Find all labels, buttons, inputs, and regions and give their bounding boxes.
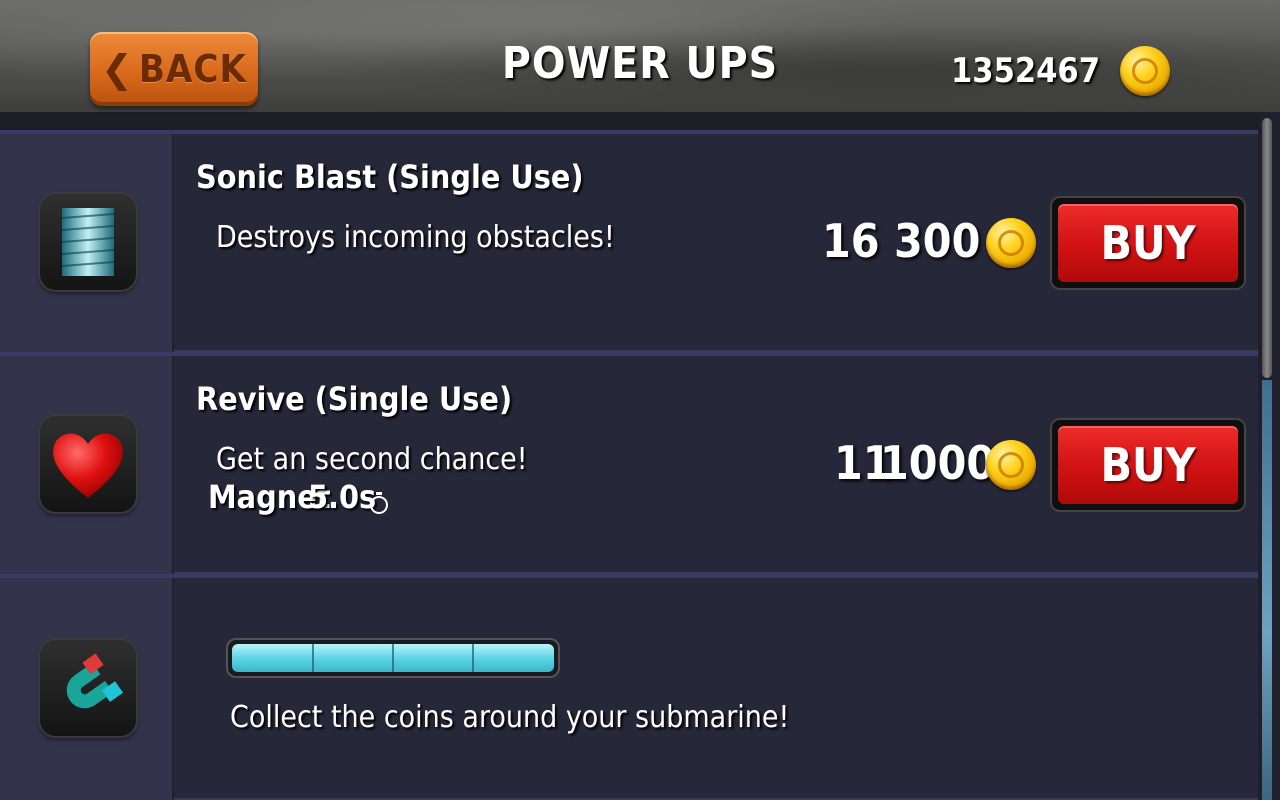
back-button-label: BACK xyxy=(138,47,247,91)
stopwatch-icon xyxy=(370,492,388,514)
chevron-left-icon: ❮ xyxy=(101,47,133,91)
scrollbar-thumb[interactable] xyxy=(1262,118,1272,378)
upgrade-progress-bar xyxy=(228,640,558,676)
coin-balance: 1352467 xyxy=(951,46,1170,96)
item-name: Revive (Single Use) xyxy=(196,380,513,418)
magnet-icon xyxy=(40,640,136,736)
buy-button-face: BUY xyxy=(1058,204,1238,282)
item-description: Collect the coins around your submarine! xyxy=(230,700,790,735)
item-duration: 5.0s xyxy=(308,478,377,516)
buy-button[interactable]: BUY xyxy=(1052,198,1244,288)
item-price: 300 xyxy=(894,214,981,268)
list-item xyxy=(0,574,1258,800)
progress-segment-divider xyxy=(312,644,314,672)
progress-segment-divider xyxy=(472,644,474,672)
coin-balance-value: 1352467 xyxy=(951,51,1100,91)
buy-button-label: BUY xyxy=(1100,216,1196,270)
buy-button[interactable]: BUY xyxy=(1052,420,1244,510)
coin-icon xyxy=(986,440,1036,490)
item-quantity: 16 xyxy=(822,214,880,268)
scrollbar-lower xyxy=(1262,380,1272,800)
page-title: POWER UPS xyxy=(501,38,779,89)
back-button[interactable]: ❮ BACK xyxy=(90,32,258,106)
buy-button-label: BUY xyxy=(1100,438,1196,492)
item-description: Get an second chance! xyxy=(216,442,528,477)
item-description: Destroys incoming obstacles! xyxy=(216,220,615,255)
buy-button-face: BUY xyxy=(1058,426,1238,504)
coin-icon xyxy=(986,218,1036,268)
item-price: 1000 xyxy=(880,436,996,490)
progress-segment-divider xyxy=(392,644,394,672)
list-item-body xyxy=(174,578,1258,800)
sonic-blast-icon xyxy=(40,194,136,290)
coin-icon xyxy=(1120,46,1170,96)
item-name: Sonic Blast (Single Use) xyxy=(196,158,584,196)
heart-icon xyxy=(40,416,136,512)
